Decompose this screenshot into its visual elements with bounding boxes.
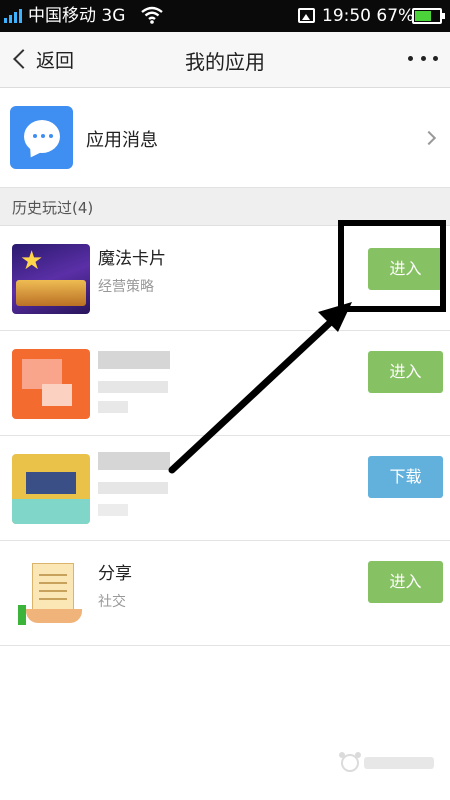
- more-dots-icon[interactable]: [408, 56, 438, 64]
- chat-bubble-icon: [10, 106, 73, 169]
- status-bar: 中国移动 3G 19:50 67%: [0, 0, 450, 32]
- back-button[interactable]: 返回: [8, 44, 74, 74]
- status-time: 19:50 67%: [322, 6, 415, 26]
- download-button[interactable]: 下载: [368, 456, 443, 498]
- app-category: 经营策略: [98, 279, 154, 295]
- list-item-app[interactable]: 分享 社交 进入: [0, 541, 450, 646]
- app-message-label: 应用消息: [86, 130, 158, 151]
- watermark-logo-icon: [339, 752, 434, 772]
- carrier-label: 中国移动 3G: [28, 6, 126, 26]
- blurred-app-name: [98, 452, 170, 470]
- app-name: 魔法卡片: [98, 249, 166, 269]
- battery-icon: [412, 8, 445, 24]
- blurred-app-icon: [12, 349, 90, 419]
- wifi-icon: [141, 6, 163, 24]
- blurred-app-category: [98, 482, 168, 494]
- blurred-app-detail: [98, 504, 128, 516]
- share-app-icon: [12, 559, 90, 629]
- blurred-app-detail: [98, 401, 128, 413]
- list-item-app[interactable]: 下载: [0, 436, 450, 541]
- app-header: 返回 我的应用: [0, 32, 450, 88]
- screen: 中国移动 3G 19:50 67% 返回 我的应用 应用消息 历史玩过(4) ★…: [0, 0, 450, 800]
- enter-button[interactable]: 进入: [368, 351, 443, 393]
- annotation-highlight-box: [338, 220, 446, 312]
- back-label: 返回: [36, 49, 75, 72]
- list-item-app[interactable]: 进入: [0, 331, 450, 436]
- magic-card-app-icon: ★: [12, 244, 90, 314]
- blurred-app-category: [98, 381, 168, 393]
- chevron-left-icon: [13, 49, 33, 69]
- app-name: 分享: [98, 564, 132, 584]
- chevron-right-icon: [421, 130, 437, 146]
- app-message-row[interactable]: 应用消息: [0, 88, 450, 188]
- signal-bars-icon: [4, 9, 26, 23]
- app-category: 社交: [98, 594, 126, 610]
- blurred-app-icon: [12, 454, 90, 524]
- enter-button[interactable]: 进入: [368, 561, 443, 603]
- history-label: 历史玩过(4): [12, 199, 94, 217]
- image-icon: [298, 8, 315, 23]
- blurred-app-name: [98, 351, 170, 369]
